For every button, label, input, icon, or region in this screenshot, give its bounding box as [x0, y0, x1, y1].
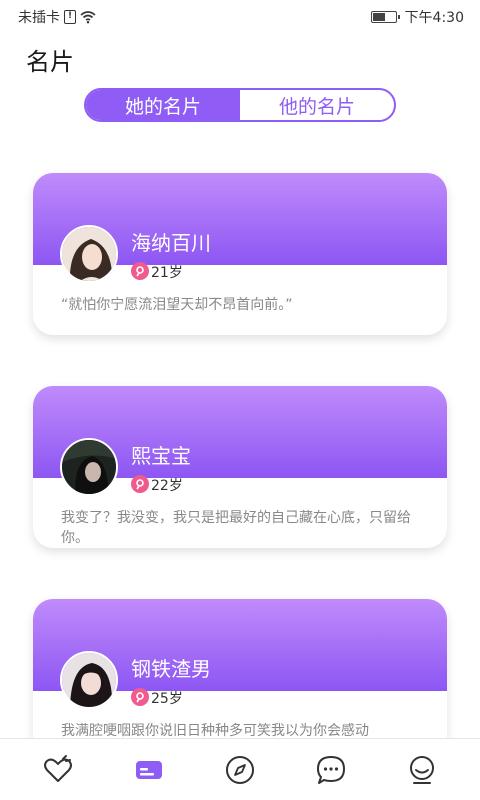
card-quote: 我变了？我没变，我只是把最好的自己藏在心底，只留给你。: [61, 510, 411, 546]
avatar[interactable]: [60, 651, 118, 709]
card-age: 25岁: [151, 691, 183, 707]
avatar[interactable]: [60, 438, 118, 496]
clock: 下午4:30: [404, 10, 464, 26]
profile-card[interactable]: 熙宝宝 22岁 我变了？我没变，我只是把最好的自己藏在心底，只留给你。: [33, 386, 447, 548]
status-right: 下午4:30: [370, 7, 464, 27]
female-icon: [131, 688, 149, 706]
card-name: 钢铁渣男: [131, 657, 211, 681]
female-icon: [131, 475, 149, 493]
nav-heart[interactable]: [38, 750, 78, 790]
compass-icon: [225, 755, 254, 784]
card-name: 海纳百川: [131, 231, 211, 255]
card-name: 熙宝宝: [131, 444, 191, 468]
battery-icon: [370, 11, 400, 23]
carrier-text: 未插卡: [18, 10, 60, 26]
nav-discover[interactable]: [220, 750, 260, 790]
battery-fill: [372, 13, 385, 21]
card-quote: “就怕你宁愿流泪望天却不昂首向前。”: [61, 297, 293, 313]
card-age: 21岁: [151, 265, 183, 281]
status-left: 未插卡 !: [18, 7, 96, 27]
gender-tabs: 她的名片 他的名片: [84, 88, 396, 122]
tab-her-cards[interactable]: 她的名片: [86, 90, 240, 120]
card-icon: [135, 760, 162, 779]
female-icon: [131, 262, 149, 280]
heart-icon: [43, 754, 72, 782]
nav-messages[interactable]: [311, 750, 351, 790]
card-age: 22岁: [151, 478, 183, 494]
avatar[interactable]: [60, 225, 118, 283]
nav-profile[interactable]: [402, 750, 442, 790]
nav-card[interactable]: [129, 750, 169, 790]
profile-icon: [410, 755, 435, 784]
status-bar: 未插卡 ! 下午4:30: [0, 0, 480, 32]
tab-his-cards[interactable]: 他的名片: [240, 90, 394, 120]
wifi-icon: [80, 11, 96, 24]
bottom-nav: [0, 738, 480, 800]
profile-card[interactable]: 海纳百川 21岁 “就怕你宁愿流泪望天却不昂首向前。”: [33, 173, 447, 335]
chat-icon: [317, 755, 346, 784]
sim-warning-icon: !: [64, 10, 76, 24]
profile-card[interactable]: 钢铁渣男 25岁 我满腔哽咽跟你说旧日种种多可笑我以为你会感动: [33, 599, 447, 761]
page-title: 名片: [26, 48, 74, 76]
